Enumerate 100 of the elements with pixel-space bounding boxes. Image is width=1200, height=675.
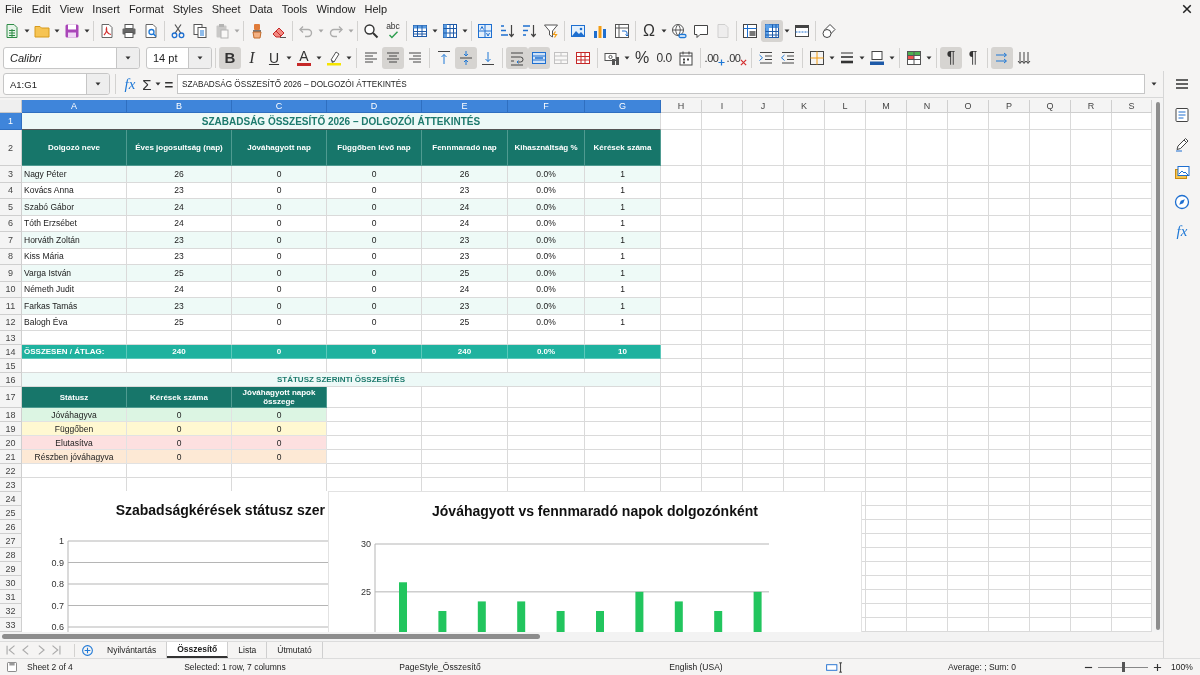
row-header[interactable]: 29 — [0, 562, 22, 576]
menu-item[interactable]: View — [59, 2, 84, 15]
scissors-icon[interactable] — [170, 22, 186, 39]
sheet-tab[interactable]: Lista — [228, 642, 268, 658]
column-header[interactable]: J — [743, 100, 784, 113]
percent-button[interactable]: % — [634, 49, 650, 66]
spelling-button[interactable]: abc — [386, 22, 400, 39]
row-header[interactable]: 5 — [0, 199, 22, 216]
close-icon[interactable] — [1182, 3, 1192, 14]
print-preview-icon[interactable] — [143, 22, 159, 39]
column-header[interactable]: A — [22, 100, 127, 113]
column-header[interactable]: B — [127, 100, 232, 113]
menu-icon[interactable] — [1174, 76, 1190, 92]
menu-item[interactable]: Edit — [31, 2, 51, 15]
row-header[interactable]: 20 — [0, 436, 22, 450]
sort-ascending-icon[interactable] — [499, 22, 515, 39]
funnel-icon[interactable] — [543, 22, 559, 39]
row-header[interactable]: 1 — [0, 113, 22, 130]
printer-icon[interactable] — [121, 22, 137, 39]
row-header[interactable]: 9 — [0, 265, 22, 282]
pdf-document-icon[interactable] — [99, 22, 115, 39]
row-header[interactable]: 21 — [0, 450, 22, 464]
image-icon[interactable] — [570, 22, 586, 39]
column-header[interactable]: R — [1071, 100, 1112, 113]
indent-increase-icon[interactable] — [758, 49, 774, 66]
zoom-in-icon[interactable] — [1153, 662, 1162, 672]
plus-icon[interactable] — [81, 643, 94, 657]
bold-button[interactable]: B — [219, 46, 241, 69]
column-header[interactable]: N — [907, 100, 948, 113]
font-color-button[interactable]: A — [297, 49, 311, 66]
column-header[interactable]: D — [327, 100, 422, 113]
column-header[interactable]: K — [784, 100, 825, 113]
formula-input[interactable]: SZABADSÁG ÖSSZESÍTŐ 2026 – DOLGOZÓI ÁTTEKINTÉS — [177, 74, 1145, 94]
compass-icon[interactable] — [1174, 194, 1190, 210]
menu-item[interactable]: Help — [364, 2, 388, 15]
zoom-thumb[interactable] — [1121, 662, 1125, 672]
border-color-icon[interactable] — [869, 49, 885, 66]
row-header[interactable]: 33 — [0, 618, 22, 632]
calendar-icon[interactable] — [678, 49, 694, 66]
sum-button[interactable]: Σ — [140, 74, 154, 94]
gallery-icon[interactable] — [1174, 165, 1190, 181]
scrollbar-thumb[interactable] — [2, 634, 540, 639]
column-header[interactable]: Q — [1030, 100, 1071, 113]
left-to-right-button[interactable]: ¶ — [940, 46, 962, 69]
row-header[interactable]: 13 — [0, 331, 22, 345]
number-format-button[interactable]: 0.0 — [656, 49, 672, 66]
row-header[interactable]: 22 — [0, 464, 22, 478]
menu-item[interactable]: Sheet — [211, 2, 241, 15]
row-header[interactable]: 17 — [0, 387, 22, 408]
row-header[interactable]: 14 — [0, 345, 22, 359]
name-box[interactable]: A1:G1 — [3, 73, 110, 95]
column-header[interactable]: F — [508, 100, 585, 113]
row-header[interactable]: 30 — [0, 576, 22, 590]
table-columns-icon[interactable] — [442, 22, 458, 39]
sort-descending-icon[interactable] — [521, 22, 537, 39]
italic-button[interactable]: I — [241, 46, 263, 69]
add-decimal-button[interactable]: .00 — [704, 49, 726, 66]
row-header[interactable]: 26 — [0, 520, 22, 534]
split-window-icon[interactable] — [794, 22, 810, 39]
menu-item[interactable]: Insert — [92, 2, 120, 15]
row-header[interactable]: 19 — [0, 422, 22, 436]
row-header[interactable]: 11 — [0, 298, 22, 315]
spreadsheet-document-icon[interactable] — [4, 22, 20, 39]
special-character-button[interactable]: Ω — [643, 22, 655, 39]
sort-icon[interactable] — [477, 22, 493, 39]
row-header[interactable]: 27 — [0, 534, 22, 548]
column-header[interactable]: M — [866, 100, 907, 113]
menu-item[interactable]: Styles — [172, 2, 203, 15]
search-icon[interactable] — [363, 22, 379, 39]
table-rows-icon[interactable] — [412, 22, 428, 39]
column-header[interactable]: I — [702, 100, 743, 113]
sheet-tab[interactable]: Összesítő — [167, 642, 229, 658]
function-wizard-button[interactable]: fx — [120, 74, 140, 94]
row-header[interactable]: 32 — [0, 604, 22, 618]
column-header[interactable]: P — [989, 100, 1030, 113]
underline-button[interactable]: U — [263, 46, 285, 69]
row-header[interactable]: 31 — [0, 590, 22, 604]
borders-icon[interactable] — [809, 49, 825, 66]
menu-item[interactable]: Window — [316, 2, 356, 15]
formula-button[interactable]: = — [162, 74, 176, 94]
properties-icon[interactable] — [1174, 107, 1190, 123]
row-header[interactable]: 23 — [0, 478, 22, 492]
column-header[interactable]: O — [948, 100, 989, 113]
indent-decrease-icon[interactable] — [780, 49, 796, 66]
copy-icon[interactable] — [192, 22, 208, 39]
font-size-field[interactable]: 14 pt — [146, 46, 212, 69]
print-area-icon[interactable] — [742, 22, 758, 39]
column-header[interactable]: E — [422, 100, 508, 113]
row-header[interactable]: 16 — [0, 373, 22, 387]
sheet-tab[interactable]: Útmutató — [267, 642, 323, 658]
row-header[interactable]: 24 — [0, 492, 22, 506]
column-header[interactable]: H — [661, 100, 702, 113]
menu-item[interactable]: File — [5, 2, 23, 15]
row-header[interactable]: 2 — [0, 130, 22, 166]
row-header[interactable]: 28 — [0, 548, 22, 562]
shapes-icon[interactable] — [821, 22, 837, 39]
menu-item[interactable]: Data — [249, 2, 273, 15]
highlighter-icon[interactable] — [326, 49, 342, 66]
row-header[interactable]: 7 — [0, 232, 22, 249]
column-header[interactable]: G — [585, 100, 661, 113]
